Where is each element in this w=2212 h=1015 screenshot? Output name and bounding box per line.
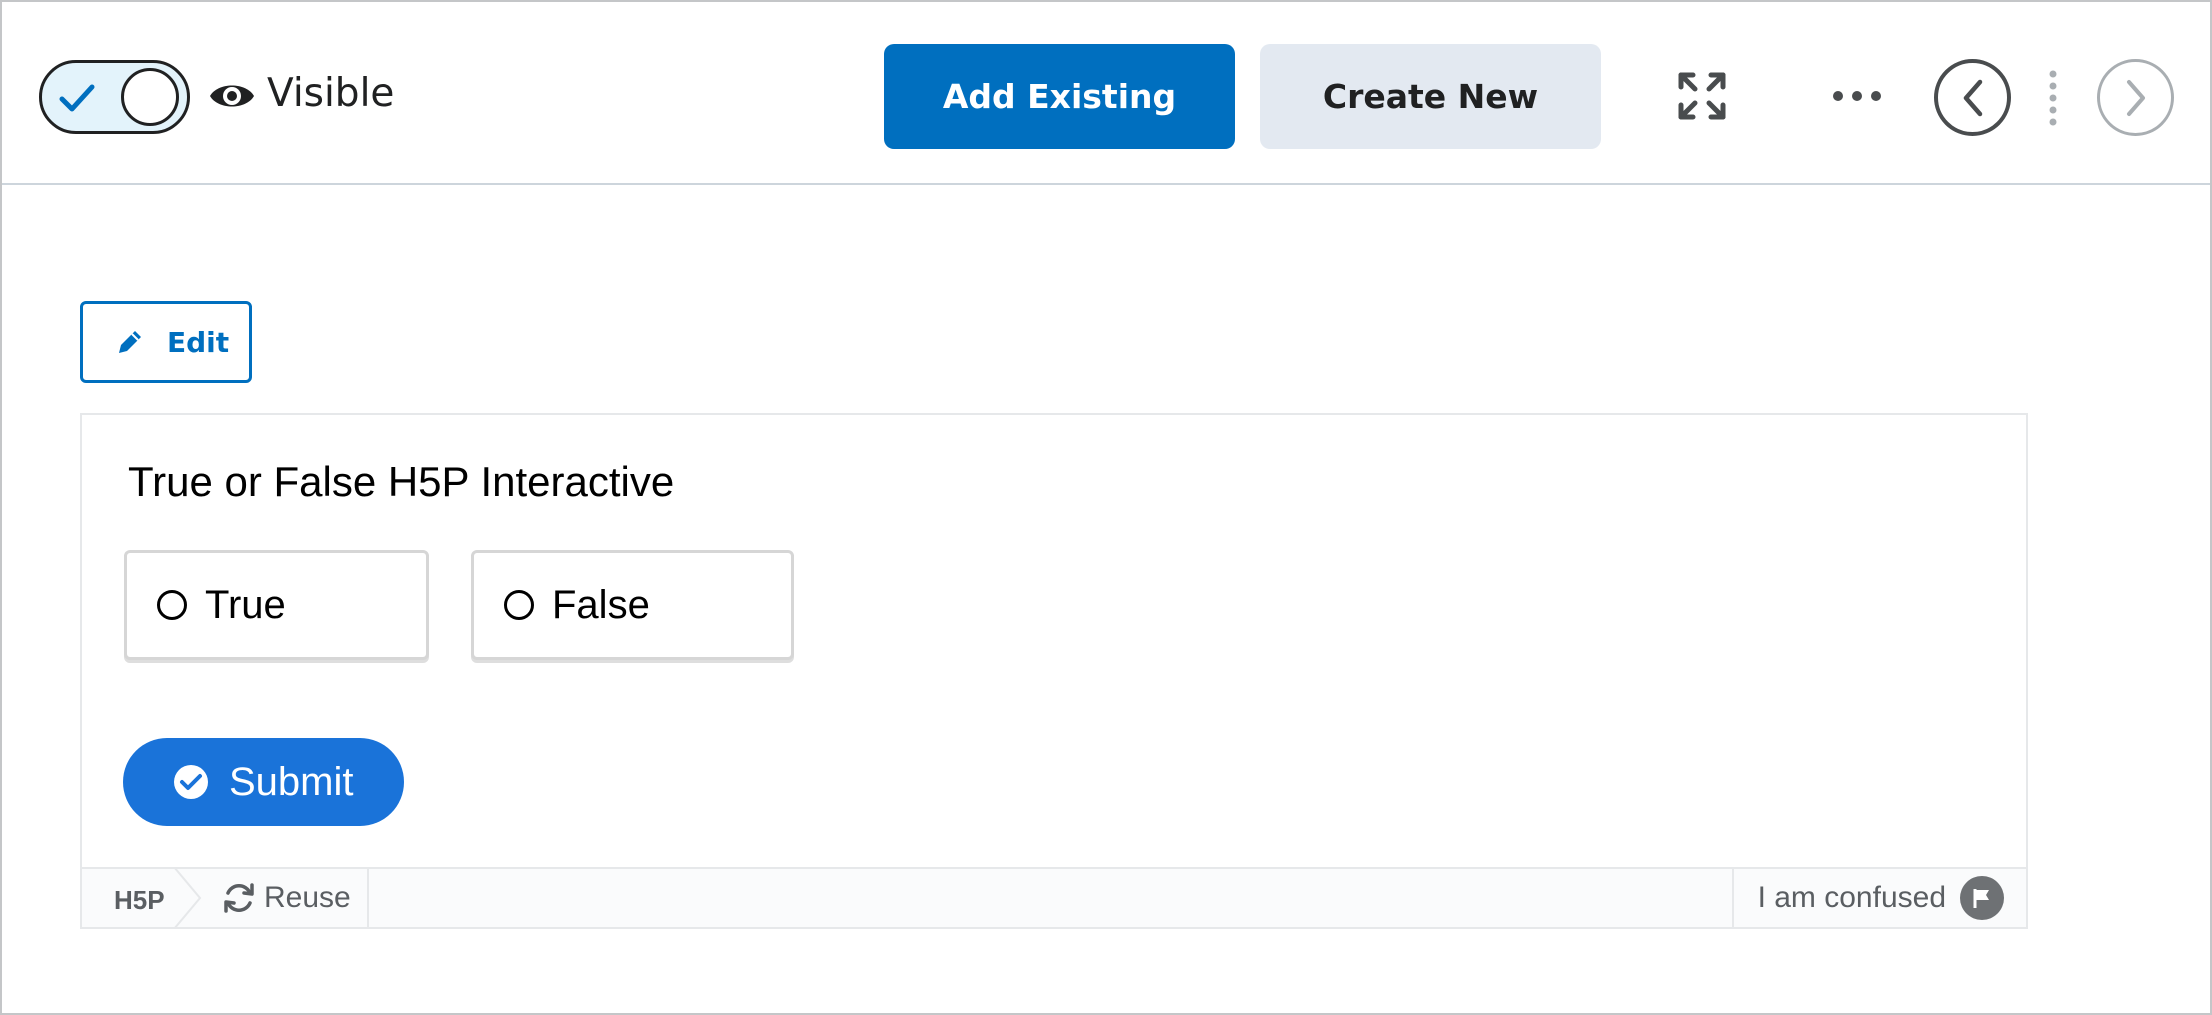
flag-icon [1960, 876, 2004, 920]
check-icon [59, 84, 95, 112]
nav-divider-icon [2049, 70, 2057, 126]
top-toolbar: Visible Add Existing Create New [2, 2, 2210, 185]
refresh-icon [224, 883, 254, 913]
reuse-label: Reuse [264, 881, 351, 914]
pencil-icon [119, 331, 141, 353]
previous-button[interactable] [1934, 59, 2011, 136]
eye-icon [210, 85, 254, 107]
create-new-button[interactable]: Create New [1260, 44, 1601, 149]
more-options-button[interactable] [1817, 66, 1897, 126]
radio-icon [504, 590, 534, 620]
h5p-logo-icon: H5P [114, 885, 165, 915]
svg-text:H5P: H5P [114, 885, 165, 915]
answer-true[interactable]: True [124, 550, 429, 660]
visibility-toggle[interactable] [39, 60, 190, 134]
reuse-button[interactable]: Reuse [222, 869, 369, 927]
add-existing-button[interactable]: Add Existing [884, 44, 1235, 149]
check-circle-icon [174, 765, 208, 799]
h5p-footer: H5P Reuse I am confused [82, 867, 2026, 929]
confused-label: I am confused [1757, 881, 1946, 914]
h5p-content: True or False H5P Interactive True False… [80, 413, 2028, 929]
expand-icon [1678, 72, 1726, 120]
page-frame: Visible Add Existing Create New Edit Tru… [0, 0, 2212, 1015]
radio-icon [157, 590, 187, 620]
answer-label: True [205, 582, 286, 627]
submit-button[interactable]: Submit [123, 738, 404, 826]
expand-button[interactable] [1662, 66, 1742, 126]
confused-button[interactable]: I am confused [1731, 869, 2026, 927]
breadcrumb-chevron-icon [173, 867, 202, 929]
next-button[interactable] [2097, 59, 2174, 136]
toggle-knob [121, 68, 179, 126]
previous-icon [1963, 79, 1982, 116]
submit-label: Submit [229, 759, 354, 804]
more-options-icon [1833, 91, 1881, 101]
edit-label: Edit [167, 325, 230, 359]
answer-false[interactable]: False [471, 550, 794, 660]
edit-button[interactable]: Edit [80, 301, 252, 383]
question-title: True or False H5P Interactive [128, 458, 675, 505]
next-icon [2126, 79, 2145, 116]
visibility-label: Visible [267, 71, 395, 116]
answer-label: False [552, 582, 650, 627]
